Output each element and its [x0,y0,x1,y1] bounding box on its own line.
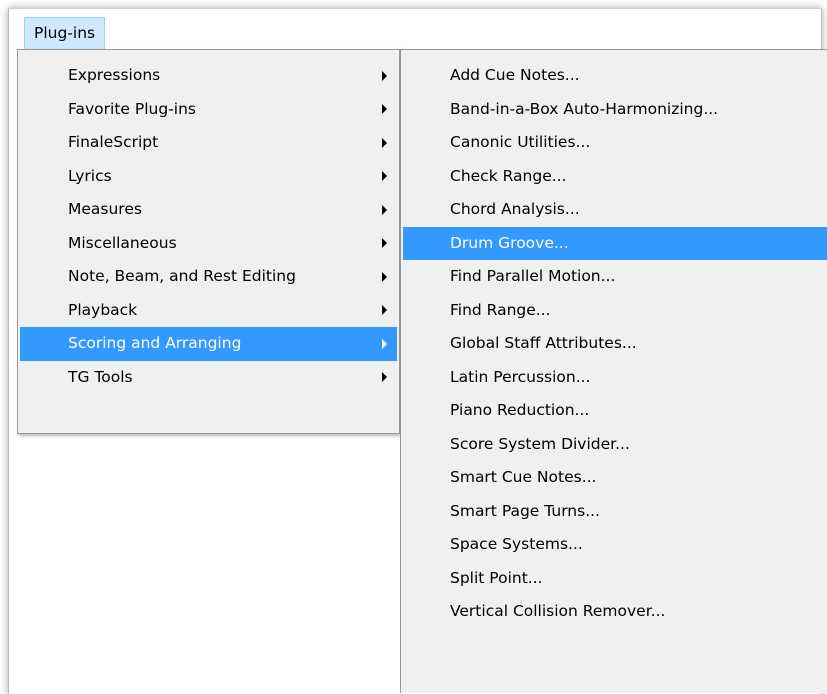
chevron-right-icon [382,171,387,182]
menu-item-label: Favorite Plug-ins [68,99,196,118]
scoring-submenu-list: Add Cue Notes... Band-in-a-Box Auto-Harm… [403,59,827,629]
chevron-right-icon [382,338,387,349]
menu-item-chord-analysis[interactable]: Chord Analysis... [403,193,827,227]
menu-item-label: Lyrics [68,166,112,185]
menu-item-scoring-and-arranging[interactable]: Scoring and Arranging [20,327,397,361]
menu-item-label: Miscellaneous [68,233,177,252]
chevron-right-icon [382,70,387,81]
menu-item-playback[interactable]: Playback [20,294,397,328]
menu-item-score-system-divider[interactable]: Score System Divider... [403,428,827,462]
menu-item-tg-tools[interactable]: TG Tools [20,361,397,395]
menu-item-measures[interactable]: Measures [20,193,397,227]
chevron-right-icon [382,238,387,249]
menu-item-smart-cue-notes[interactable]: Smart Cue Notes... [403,461,827,495]
menu-item-check-range[interactable]: Check Range... [403,160,827,194]
menu-plug-ins[interactable]: Plug-ins [24,17,106,49]
menu-item-piano-reduction[interactable]: Piano Reduction... [403,394,827,428]
menu-item-label: Playback [68,300,138,319]
menu-item-label: FinaleScript [68,133,159,151]
menu-item-smart-page-turns[interactable]: Smart Page Turns... [403,495,827,529]
menu-item-label: Note, Beam, and Rest Editing [68,267,296,285]
menu-item-vertical-collision-remover[interactable]: Vertical Collision Remover... [403,595,827,629]
menu-item-split-point[interactable]: Split Point... [403,562,827,596]
menu-item-favorite-plug-ins[interactable]: Favorite Plug-ins [20,93,397,127]
menu-item-add-cue-notes[interactable]: Add Cue Notes... [403,59,827,93]
menu-item-global-staff-attributes[interactable]: Global Staff Attributes... [403,327,827,361]
chevron-right-icon [382,204,387,215]
menu-item-finalescript[interactable]: FinaleScript [20,126,397,160]
plug-ins-menu: Expressions Favorite Plug-ins FinaleScri… [17,49,400,434]
menu-bar: Plug-ins [9,9,819,49]
application-window: Plug-ins Expressions Favorite Plug-ins F… [0,0,827,694]
chevron-right-icon [382,305,387,316]
chevron-right-icon [382,372,387,383]
menu-item-drum-groove[interactable]: Drum Groove... [403,226,827,260]
menu-item-note-beam-rest-editing[interactable]: Note, Beam, and Rest Editing [20,260,397,294]
menu-item-canonic-utilities[interactable]: Canonic Utilities... [403,126,827,160]
menu-item-latin-percussion[interactable]: Latin Percussion... [403,361,827,395]
menu-item-label: Measures [68,200,142,218]
chevron-right-icon [382,104,387,115]
menu-item-label: Scoring and Arranging [68,334,242,352]
menu-item-label: Expressions [68,66,161,84]
menu-item-expressions[interactable]: Expressions [20,59,397,93]
menu-item-label: TG Tools [68,367,133,386]
menu-item-lyrics[interactable]: Lyrics [20,160,397,194]
scoring-and-arranging-submenu: Add Cue Notes... Band-in-a-Box Auto-Harm… [400,49,827,693]
chevron-right-icon [382,137,387,148]
menu-item-find-range[interactable]: Find Range... [403,294,827,328]
menu-item-band-in-a-box[interactable]: Band-in-a-Box Auto-Harmonizing... [403,93,827,127]
menu-item-find-parallel-motion[interactable]: Find Parallel Motion... [403,260,827,294]
chevron-right-icon [382,271,387,282]
menu-item-miscellaneous[interactable]: Miscellaneous [20,227,397,261]
plug-ins-menu-list: Expressions Favorite Plug-ins FinaleScri… [20,59,399,394]
menu-item-space-systems[interactable]: Space Systems... [403,528,827,562]
